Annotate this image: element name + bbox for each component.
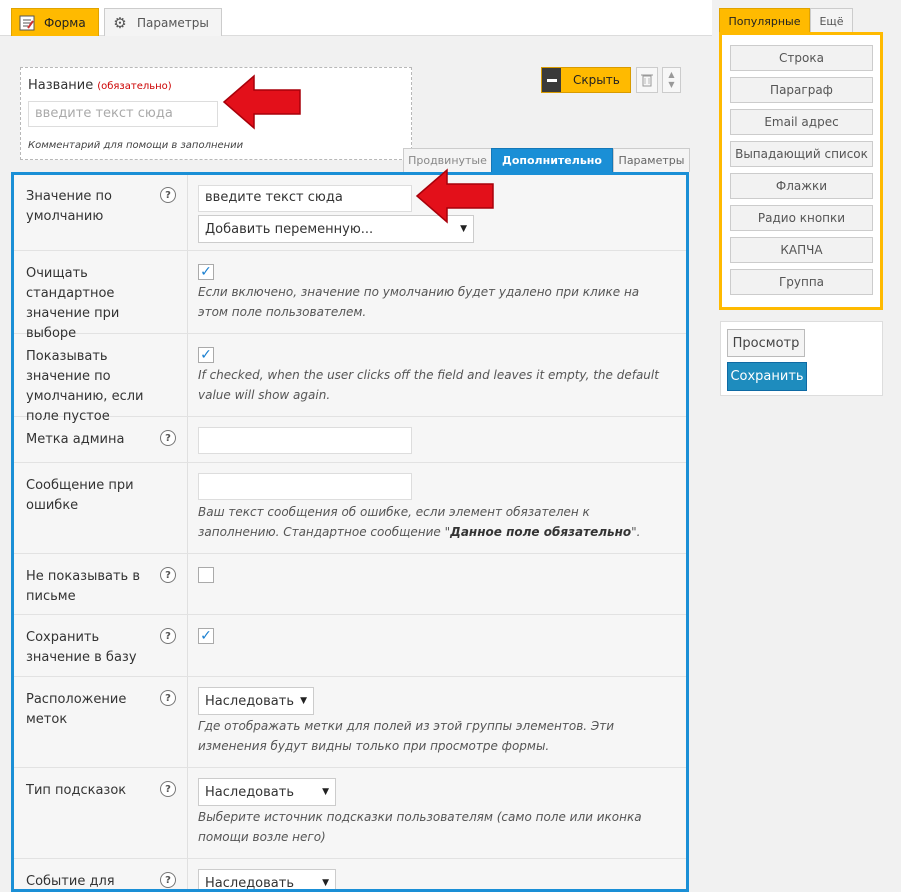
help-comment: Комментарий для помощи в заполнении (28, 140, 244, 151)
clear-default-checkbox[interactable]: ✓ (198, 264, 214, 280)
setting-row-event: Событие для ? Наследовать ▼ (14, 860, 686, 891)
tab-form[interactable]: Форма (11, 8, 99, 36)
help-icon[interactable]: ? (160, 187, 176, 203)
event-select[interactable]: Наследовать ▼ (198, 869, 336, 891)
setting-label: Расположение меток (26, 692, 127, 727)
setting-row-tooltip-type: Тип подсказок ? Наследовать ▼ Выберите ис… (14, 769, 686, 859)
field-types-panel: Строка Параграф Email адрес Выпадающий с… (719, 32, 883, 310)
preview-button[interactable]: Просмотр (727, 329, 805, 357)
chevron-down-icon: ▼ (300, 696, 307, 706)
setting-description: Ваш текст сообщения об ошибке, если элем… (198, 505, 641, 539)
annotation-arrow-icon (415, 168, 494, 224)
setting-description: Выберите источник подсказки пользователя… (198, 810, 642, 844)
tab-more[interactable]: Ещё (810, 8, 853, 33)
tooltip-type-select[interactable]: Наследовать ▼ (198, 778, 336, 806)
help-icon[interactable]: ? (160, 430, 176, 446)
field-button-paragraph[interactable]: Параграф (730, 77, 873, 103)
field-button-dropdown[interactable]: Выпадающий список (730, 141, 873, 167)
setting-label: Событие для (26, 874, 115, 889)
form-icon (18, 14, 36, 32)
field-button-group[interactable]: Группа (730, 269, 873, 295)
tab-params-label: Параметры (137, 15, 209, 30)
error-message-input[interactable] (198, 473, 412, 500)
field-button-text[interactable]: Строка (730, 45, 873, 71)
admin-label-input[interactable] (198, 427, 412, 454)
save-to-db-checkbox[interactable]: ✓ (198, 628, 214, 644)
setting-label: Тип подсказок (26, 783, 127, 798)
hide-button[interactable]: Скрыть (541, 67, 631, 93)
trash-icon[interactable] (636, 67, 658, 93)
tab-params[interactable]: ⚙ Параметры (104, 8, 222, 36)
help-icon[interactable]: ? (160, 567, 176, 583)
field-button-email[interactable]: Email адрес (730, 109, 873, 135)
setting-description: Если включено, значение по умолчанию буд… (198, 285, 640, 319)
setting-row-save-to-db: Сохранить значение в базу ? ✓ (14, 616, 686, 677)
tab-additional[interactable]: Дополнительно (491, 148, 613, 172)
setting-label: Сообщение при ошибке (26, 478, 134, 513)
sort-arrows-icon[interactable]: ▲ ▼ (662, 67, 681, 93)
field-button-radio[interactable]: Радио кнопки (730, 205, 873, 231)
label-position-value: Наследовать (205, 693, 295, 709)
tab-parameters[interactable]: Параметры (613, 148, 690, 172)
hide-in-email-checkbox[interactable] (198, 567, 214, 583)
save-button[interactable]: Сохранить (727, 362, 807, 391)
hide-button-label: Скрыть (573, 73, 620, 87)
setting-label: Очищать стандартное значение при выборе (26, 266, 120, 341)
required-note: (обязательно) (97, 81, 172, 92)
annotation-arrow-icon (222, 74, 301, 130)
help-icon[interactable]: ? (160, 872, 176, 888)
title-field-box: Название (обязательно) введите текст сюда… (20, 67, 412, 160)
default-value-input[interactable]: введите текст сюда (198, 185, 412, 212)
setting-label: Не показывать в письме (26, 569, 141, 604)
help-icon[interactable]: ? (160, 781, 176, 797)
setting-label: Значение по умолчанию (26, 189, 113, 224)
help-icon[interactable]: ? (160, 690, 176, 706)
setting-row-label-position: Расположение меток ? Наследовать ▼ Где от… (14, 678, 686, 768)
tab-form-label: Форма (44, 15, 86, 30)
setting-row-clear-default: Очищать стандартное значение при выборе … (14, 252, 686, 341)
minus-icon (542, 68, 561, 92)
chevron-down-icon: ▼ (322, 878, 329, 888)
setting-label: Показывать значение по умолчанию, если п… (26, 349, 144, 424)
setting-row-admin-label: Метка админа ? (14, 418, 686, 463)
settings-panel: Значение по умолчанию ? введите текст сю… (11, 172, 689, 892)
label-position-select[interactable]: Наследовать ▼ (198, 687, 314, 715)
tooltip-type-value: Наследовать (205, 784, 295, 800)
field-button-checkboxes[interactable]: Флажки (730, 173, 873, 199)
event-select-value: Наследовать (205, 875, 295, 891)
setting-row-hide-in-email: Не показывать в письме ? (14, 555, 686, 615)
setting-row-default-value: Значение по умолчанию ? введите текст сю… (14, 175, 686, 251)
setting-label: Сохранить значение в базу (26, 630, 137, 665)
setting-description: If checked, when the user clicks off the… (198, 368, 659, 402)
setting-description: Где отображать метки для полей из этой г… (198, 719, 615, 753)
title-label: Название (28, 78, 94, 93)
chevron-down-icon: ▼ (322, 787, 329, 797)
field-button-captcha[interactable]: КАПЧА (730, 237, 873, 263)
tab-popular[interactable]: Популярные (719, 8, 810, 33)
help-icon[interactable]: ? (160, 628, 176, 644)
title-input[interactable]: введите текст сюда (28, 101, 218, 127)
show-default-checkbox[interactable]: ✓ (198, 347, 214, 363)
setting-row-show-default: Показывать значение по умолчанию, если п… (14, 335, 686, 424)
publish-panel: Просмотр Сохранить (720, 321, 883, 396)
add-variable-select-value: Добавить переменную... (205, 221, 374, 237)
gear-icon: ⚙ (113, 13, 127, 32)
setting-row-error-message: Сообщение при ошибке Ваш текст сообщения… (14, 464, 686, 554)
setting-label: Метка админа (26, 432, 125, 447)
